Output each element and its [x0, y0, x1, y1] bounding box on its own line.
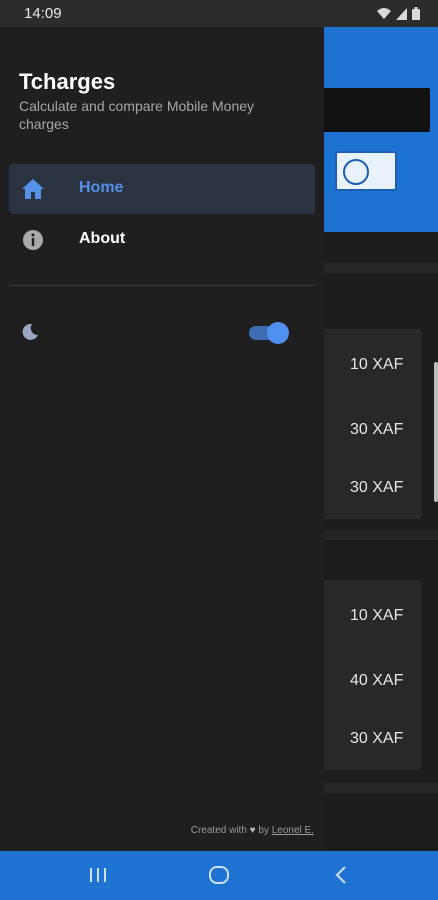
nav-item-label: About — [79, 230, 126, 247]
recents-icon[interactable] — [86, 863, 110, 887]
drawer-divider — [9, 285, 315, 286]
status-time: 14:09 — [24, 5, 62, 22]
fee-value: 30 XAF — [350, 730, 404, 747]
wifi-icon — [376, 7, 392, 25]
search-bar[interactable] — [320, 88, 430, 132]
fee-value: 10 XAF — [350, 607, 404, 624]
fee-value: 30 XAF — [350, 421, 404, 438]
battery-icon — [412, 7, 420, 25]
operator-logo[interactable] — [335, 151, 397, 191]
footer-prefix: Created with — [190, 825, 247, 836]
dark-mode-toggle[interactable] — [249, 322, 289, 344]
nav-item-about[interactable]: About — [9, 215, 315, 265]
footer-by: by — [258, 825, 269, 836]
dark-mode-row — [9, 314, 315, 350]
fee-value: 10 XAF — [350, 356, 404, 373]
fee-value: 40 XAF — [350, 672, 404, 689]
scrollbar[interactable] — [434, 362, 438, 502]
moon-icon — [21, 323, 39, 341]
drawer-footer: Created with ♥ by Leonel E. — [0, 825, 314, 836]
signal-icon — [396, 7, 408, 25]
toggle-knob — [267, 322, 289, 344]
author-link[interactable]: Leonel E. — [272, 825, 314, 836]
system-nav-bar — [0, 851, 438, 900]
info-icon — [21, 228, 45, 252]
drawer-title: Tcharges — [19, 69, 116, 94]
home-circle-icon[interactable] — [207, 863, 231, 887]
heart-icon: ♥ — [249, 825, 256, 836]
nav-item-home[interactable]: Home — [9, 164, 315, 214]
navigation-drawer: Tcharges Calculate and compare Mobile Mo… — [0, 27, 324, 851]
home-icon — [21, 177, 45, 201]
back-icon[interactable] — [330, 863, 354, 887]
drawer-subtitle: Calculate and compare Mobile Money charg… — [19, 98, 255, 132]
status-icons — [376, 7, 420, 25]
status-bar: 14:09 — [0, 0, 438, 27]
fee-value: 30 XAF — [350, 479, 404, 496]
nav-item-label: Home — [79, 179, 124, 196]
